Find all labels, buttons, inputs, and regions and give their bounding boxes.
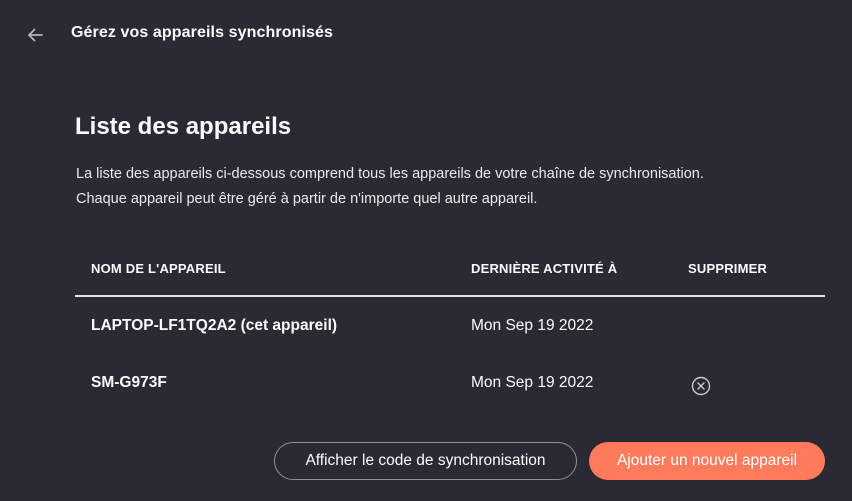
arrow-left-icon xyxy=(25,25,45,45)
circle-x-icon xyxy=(691,376,711,396)
back-button[interactable] xyxy=(22,22,48,48)
device-name: LAPTOP-LF1TQ2A2 (cet appareil) xyxy=(91,317,338,334)
delete-device-button[interactable] xyxy=(690,375,712,397)
column-header-name: NOM DE L'APPAREIL xyxy=(91,261,226,276)
device-last-activity: Mon Sep 19 2022 xyxy=(471,374,594,391)
description-line-2: Chaque appareil peut être géré à partir … xyxy=(76,191,538,207)
table-header: NOM DE L'APPAREIL DERNIÈRE ACTIVITÉ À SU… xyxy=(75,248,825,297)
device-name: SM-G973F xyxy=(91,374,167,391)
table-row: LAPTOP-LF1TQ2A2 (cet appareil) Mon Sep 1… xyxy=(75,297,825,354)
show-sync-code-button[interactable]: Afficher le code de synchronisation xyxy=(274,442,577,480)
description-line-1: La liste des appareils ci-dessous compre… xyxy=(76,166,704,182)
devices-table: NOM DE L'APPAREIL DERNIÈRE ACTIVITÉ À SU… xyxy=(75,248,825,411)
section-title: Liste des appareils xyxy=(75,113,292,140)
table-row: SM-G973F Mon Sep 19 2022 xyxy=(75,354,825,411)
column-header-last-activity: DERNIÈRE ACTIVITÉ À xyxy=(471,261,618,276)
add-device-button[interactable]: Ajouter un nouvel appareil xyxy=(589,442,825,480)
device-last-activity: Mon Sep 19 2022 xyxy=(471,317,594,334)
top-bar: Gérez vos appareils synchronisés xyxy=(0,0,852,68)
page-title: Gérez vos appareils synchronisés xyxy=(71,24,333,41)
section-description: La liste des appareils ci-dessous compre… xyxy=(76,162,826,212)
column-header-delete: SUPPRIMER xyxy=(688,261,768,276)
